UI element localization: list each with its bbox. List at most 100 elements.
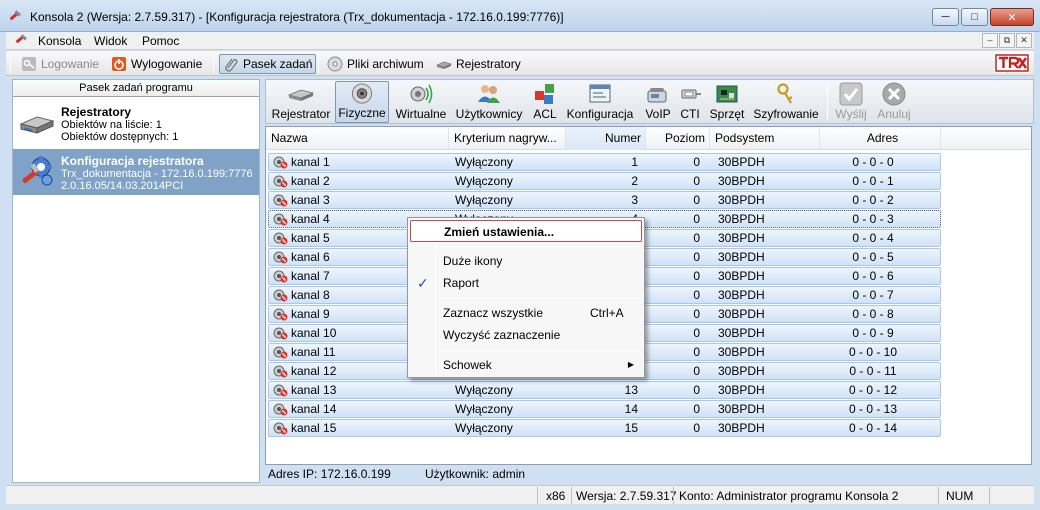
logout-label: Wylogowanie <box>131 57 203 71</box>
cell-level: 0 <box>693 193 700 207</box>
toolbar-grip <box>10 55 11 73</box>
login-button[interactable]: Logowanie <box>18 54 102 74</box>
cancel-label: Anuluj <box>877 107 911 121</box>
menu-item-clipboard[interactable]: Schowek ▶ <box>410 354 642 376</box>
voip-tab-label: VoIP <box>645 107 671 121</box>
cell-address: 0 - 0 - 0 <box>852 155 894 169</box>
virtual-tab-label: Wirtualne <box>395 107 447 121</box>
cell-subsystem: 30BPDH <box>718 307 765 321</box>
acl-tab-label: ACL <box>533 107 557 121</box>
channel-disabled-icon <box>273 156 288 169</box>
cell-address: 0 - 0 - 12 <box>848 383 898 397</box>
table-row[interactable]: kanal 2 Wyłączony 2 0 30BPDH 0 - 0 - 1 <box>268 172 941 190</box>
cell-criteria: Wyłączony <box>455 402 513 416</box>
configuration-tab-button[interactable]: Konfiguracja <box>564 81 636 123</box>
hardware-tab-button[interactable]: Sprzęt <box>708 81 746 123</box>
menu-item-report[interactable]: ✓ Raport <box>410 272 642 294</box>
logout-button[interactable]: Wylogowanie <box>108 54 205 74</box>
cell-address: 0 - 0 - 10 <box>848 345 898 359</box>
task-item-info: 2.0.16.05/14.03.2014PCI <box>61 180 184 192</box>
menu-item-change-settings[interactable]: Zmień ustawienia... <box>410 220 642 242</box>
channel-list[interactable]: Nazwa Kryterium nagryw... Numer Poziom P… <box>265 126 1032 465</box>
menu-item-clear-selection[interactable]: Wyczyść zaznaczenie <box>410 324 642 346</box>
app-menu-icon[interactable] <box>14 33 30 48</box>
configuration-tab-label: Konfiguracja <box>566 107 634 121</box>
table-row[interactable]: kanal 14 Wyłączony 14 0 30BPDH 0 - 0 - 13 <box>268 400 941 418</box>
cell-level: 0 <box>693 326 700 340</box>
cti-tab-button[interactable]: CTI <box>678 81 702 123</box>
column-header-name[interactable]: Nazwa <box>266 127 449 150</box>
acl-tab-button[interactable]: ACL <box>530 81 560 123</box>
cell-criteria: Wyłączony <box>455 383 513 397</box>
menu-item-select-all[interactable]: Zaznacz wszystkie Ctrl+A <box>410 302 642 324</box>
cell-subsystem: 30BPDH <box>718 155 765 169</box>
shortcut-text: Ctrl+A <box>590 306 624 320</box>
table-row[interactable]: kanal 1 Wyłączony 1 0 30BPDH 0 - 0 - 0 <box>268 153 941 171</box>
mdi-close-button[interactable]: ✕ <box>1016 33 1032 48</box>
table-row[interactable]: kanal 15 Wyłączony 15 0 30BPDH 0 - 0 - 14 <box>268 419 941 437</box>
title-bar: Konsola 2 (Wersja: 2.7.59.317) - [Konfig… <box>0 0 1040 32</box>
maximize-button[interactable]: □ <box>961 8 988 26</box>
virtual-tab-button[interactable]: Wirtualne <box>392 81 450 123</box>
channel-disabled-icon <box>273 365 288 378</box>
speaker-icon <box>351 83 373 104</box>
users-tab-button[interactable]: Użytkownicy <box>454 81 524 123</box>
task-item-recorder-config[interactable]: Konfiguracja rejestratora Trx_dokumentac… <box>13 149 259 195</box>
user-text: Użytkownik: admin <box>425 467 526 481</box>
task-item-recorders[interactable]: Rejestratory Obiektów na liście: 1 Obiek… <box>13 100 259 146</box>
encryption-tab-button[interactable]: Szyfrowanie <box>752 81 820 123</box>
column-header-address[interactable]: Adres <box>820 127 941 150</box>
taskbar-toggle-button[interactable]: Pasek zadań <box>219 54 317 74</box>
archive-files-label: Pliki archiwum <box>347 57 424 71</box>
voip-phone-icon <box>647 88 667 103</box>
cell-level: 0 <box>693 288 700 302</box>
voip-tab-button[interactable]: VoIP <box>642 81 674 123</box>
channel-disabled-icon <box>273 251 288 264</box>
cancel-button[interactable]: Anuluj <box>874 81 914 123</box>
encryption-tab-label: Szyfrowanie <box>753 107 819 121</box>
archive-files-button[interactable]: Pliki archiwum <box>324 54 427 74</box>
column-header-subsystem[interactable]: Podsystem <box>710 127 820 150</box>
cell-number: 14 <box>624 402 638 416</box>
table-row[interactable]: kanal 3 Wyłączony 3 0 30BPDH 0 - 0 - 2 <box>268 191 941 209</box>
recorder-tab-button[interactable]: Rejestrator <box>270 81 332 123</box>
cell-name: kanal 14 <box>291 402 337 416</box>
cell-name: kanal 9 <box>291 307 330 321</box>
mdi-minimize-button[interactable]: – <box>982 33 998 48</box>
minimize-button[interactable]: ─ <box>932 8 959 26</box>
send-button[interactable]: Wyślij <box>833 81 869 123</box>
column-header-level[interactable]: Poziom <box>646 127 710 150</box>
app-icon <box>9 10 21 21</box>
cell-level: 0 <box>693 421 700 435</box>
cell-address: 0 - 0 - 14 <box>848 421 898 435</box>
column-header-number[interactable]: Numer <box>566 127 646 150</box>
recorders-button[interactable]: Rejestratory <box>433 54 524 74</box>
channel-disabled-icon <box>273 175 288 188</box>
channel-disabled-icon <box>273 346 288 359</box>
menu-item-large-icons[interactable]: Duże ikony <box>410 250 642 272</box>
menu-pomoc[interactable]: Pomoc <box>142 34 179 48</box>
cell-address: 0 - 0 - 1 <box>852 174 894 188</box>
menu-widok[interactable]: Widok <box>94 34 127 48</box>
recorder-device-icon <box>288 89 314 101</box>
task-item-info: Trx_dokumentacja - 172.16.0.199:7776 <box>61 168 253 180</box>
menu-konsola[interactable]: Konsola <box>38 34 81 48</box>
cell-subsystem: 30BPDH <box>718 364 765 378</box>
cell-subsystem: 30BPDH <box>718 269 765 283</box>
cell-level: 0 <box>693 383 700 397</box>
physical-tab-label: Fizyczne <box>338 106 386 120</box>
channel-disabled-icon <box>273 403 288 416</box>
cell-name: kanal 11 <box>291 345 336 359</box>
close-button[interactable]: ✕ <box>990 8 1034 26</box>
mdi-restore-button[interactable]: ⧉ <box>999 33 1015 48</box>
menu-item-label: Zaznacz wszystkie <box>443 306 544 320</box>
menu-item-label: Duże ikony <box>443 254 503 268</box>
channel-disabled-icon <box>273 308 288 321</box>
table-row[interactable]: kanal 13 Wyłączony 13 0 30BPDH 0 - 0 - 12 <box>268 381 941 399</box>
disc-icon <box>327 56 343 72</box>
cell-name: kanal 6 <box>291 250 330 264</box>
checkmark-icon <box>839 82 863 106</box>
physical-tab-button[interactable]: Fizyczne <box>335 81 389 123</box>
channel-disabled-icon <box>273 327 288 340</box>
column-header-criteria[interactable]: Kryterium nagryw... <box>449 127 566 150</box>
